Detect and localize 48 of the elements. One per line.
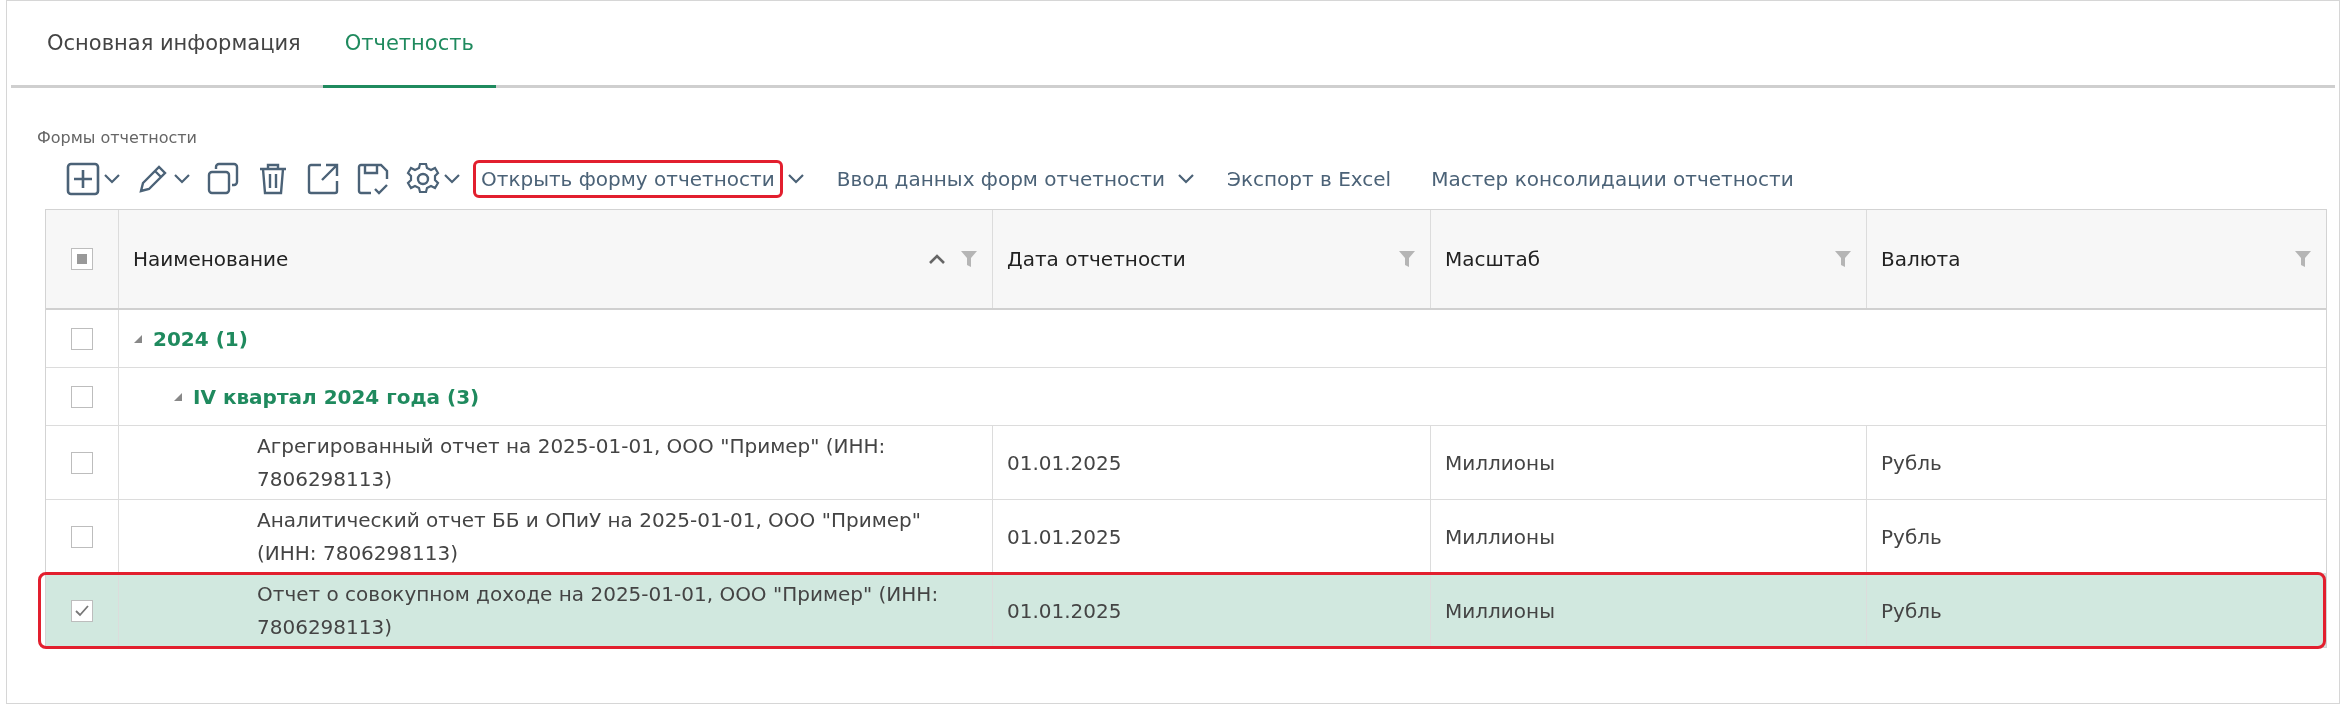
checkbox[interactable] — [71, 599, 93, 622]
dropdown-caret-icon — [1176, 173, 1195, 185]
indeterminate-mark — [77, 254, 87, 264]
report-date: 01.01.2025 — [1007, 450, 1122, 475]
sort-ascending-icon[interactable] — [928, 253, 946, 265]
currency-value: Рубль — [1881, 598, 1942, 623]
checkbox[interactable] — [71, 327, 93, 350]
toolbar-action[interactable]: Экспорт в Excel — [1218, 160, 1400, 198]
scale-value: Миллионы — [1445, 450, 1555, 475]
expand-triangle-icon[interactable] — [173, 391, 183, 402]
expand-triangle-icon[interactable] — [133, 333, 143, 344]
checkbox[interactable] — [71, 451, 93, 474]
caret-icon — [173, 173, 191, 185]
checkbox[interactable] — [71, 385, 93, 408]
column-header[interactable]: Дата отчетности — [1007, 247, 1398, 271]
group-label: 2024 (1) — [153, 326, 248, 351]
caret-icon — [443, 173, 461, 185]
toolbar-action[interactable]: Мастер консолидации отчетности — [1423, 160, 1802, 198]
scale-value: Миллионы — [1445, 598, 1555, 623]
dropdown-caret-icon — [786, 173, 805, 185]
currency-value: Рубль — [1881, 524, 1942, 549]
add-icon — [65, 161, 101, 197]
report-name: Отчет о совокупном доходе на 2025-01-01, ООО "Пример" (ИНН: 7806298113) — [256, 580, 940, 641]
save-icon — [355, 161, 391, 197]
report-date: 01.01.2025 — [1007, 524, 1122, 549]
caret-icon — [103, 173, 121, 185]
filter-icon[interactable] — [2294, 250, 2312, 268]
report-name: Агрегированный отчет на 2025-01-01, ООО "Пример" (ИНН: 7806298113) — [256, 432, 887, 493]
copy-icon — [205, 161, 241, 197]
checkbox[interactable] — [71, 248, 93, 270]
column-header[interactable]: Масштаб — [1445, 247, 1834, 271]
filter-icon[interactable] — [1398, 250, 1416, 268]
toolbar-action[interactable]: Ввод данных форм отчетности — [828, 160, 1195, 198]
export-icon — [305, 161, 341, 197]
filter-icon[interactable] — [1834, 250, 1852, 268]
group-label: IV квартал 2024 года (3) — [193, 384, 480, 409]
column-header[interactable]: Валюта — [1881, 247, 2294, 271]
column-header[interactable]: Наименование — [133, 247, 928, 271]
report-date: 01.01.2025 — [1007, 598, 1122, 623]
report-name: Аналитический отчет ББ и ОПиУ на 2025-01-01, ООО "Пример" (ИНН: 7806298113) — [256, 506, 922, 567]
tab[interactable]: Отчетность — [322, 1, 496, 88]
tab[interactable]: Основная информация — [25, 1, 323, 88]
checkmark-icon — [74, 603, 90, 618]
currency-value: Рубль — [1881, 450, 1942, 475]
checkbox[interactable] — [71, 525, 93, 548]
scale-value: Миллионы — [1445, 524, 1555, 549]
filter-icon[interactable] — [960, 250, 978, 268]
section-title: Формы отчетности — [36, 127, 198, 147]
